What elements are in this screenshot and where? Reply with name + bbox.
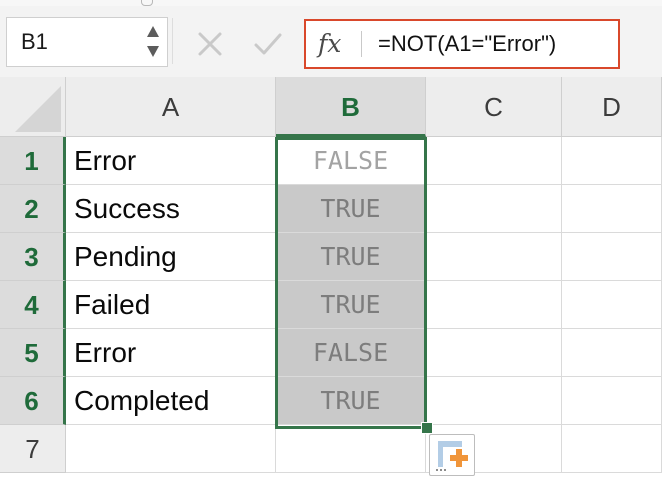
name-box[interactable]: B1	[6, 17, 168, 67]
cell-c3[interactable]	[426, 233, 562, 281]
formula-text[interactable]: =NOT(A1="Error")	[378, 21, 556, 67]
cell-d7[interactable]	[562, 425, 662, 473]
cell-c5[interactable]	[426, 329, 562, 377]
cell-a7[interactable]	[66, 425, 276, 473]
cell-d4[interactable]	[562, 281, 662, 329]
formula-input[interactable]: fx =NOT(A1="Error")	[304, 19, 620, 69]
row-header-2[interactable]: 2	[0, 185, 66, 233]
column-header-d[interactable]: D	[562, 77, 662, 137]
cell-d6[interactable]	[562, 377, 662, 425]
formula-bar-divider	[172, 18, 173, 64]
cell-d3[interactable]	[562, 233, 662, 281]
cell-a3-value: Pending	[74, 241, 177, 272]
column-header-a[interactable]: A	[66, 77, 276, 137]
quick-analysis-button[interactable]	[429, 434, 475, 476]
cell-d1[interactable]	[562, 137, 662, 185]
cell-b2[interactable]: TRUE	[276, 185, 426, 233]
stepper-down-icon[interactable]	[147, 46, 159, 57]
cell-a6-value: Completed	[74, 385, 210, 416]
cell-b7[interactable]	[276, 425, 426, 473]
cell-d5[interactable]	[562, 329, 662, 377]
row-header-7[interactable]: 7	[0, 425, 66, 473]
select-all-triangle-icon	[15, 86, 61, 132]
cell-c2[interactable]	[426, 185, 562, 233]
cell-a3[interactable]: Pending	[66, 233, 276, 281]
cell-a2[interactable]: Success	[66, 185, 276, 233]
stepper-up-icon[interactable]	[147, 26, 159, 37]
cell-d2[interactable]	[562, 185, 662, 233]
spreadsheet-grid: A B C D 1 Error FALSE 2 Success TRUE 3 P…	[0, 77, 662, 480]
close-icon[interactable]	[196, 30, 224, 58]
cell-a2-value: Success	[74, 193, 180, 224]
checkmark-icon[interactable]	[252, 30, 284, 58]
cell-a1-value: Error	[74, 145, 137, 176]
cell-b4[interactable]: TRUE	[276, 281, 426, 329]
cell-b3[interactable]: TRUE	[276, 233, 426, 281]
name-box-stepper-icon[interactable]	[146, 26, 160, 58]
cell-a6[interactable]: Completed	[66, 377, 276, 425]
cell-c1[interactable]	[426, 137, 562, 185]
fill-handle[interactable]	[421, 422, 433, 434]
cell-c6[interactable]	[426, 377, 562, 425]
cell-a1[interactable]: Error	[66, 137, 276, 185]
row-header-5[interactable]: 5	[0, 329, 66, 377]
column-header-c[interactable]: C	[426, 77, 562, 137]
row-header-1[interactable]: 1	[0, 137, 66, 185]
name-box-value: B1	[21, 29, 48, 54]
formula-bar: B1 fx =NOT(A1="Error")	[0, 6, 662, 78]
fx-icon[interactable]: fx	[318, 21, 341, 67]
cell-a4-value: Failed	[74, 289, 151, 320]
fx-divider	[361, 31, 362, 57]
row-header-6[interactable]: 6	[0, 377, 66, 425]
quick-analysis-icon	[436, 441, 468, 471]
cell-a5-value: Error	[74, 337, 137, 368]
row-header-4[interactable]: 4	[0, 281, 66, 329]
cell-a5[interactable]: Error	[66, 329, 276, 377]
cell-b5[interactable]: FALSE	[276, 329, 426, 377]
cell-a4[interactable]: Failed	[66, 281, 276, 329]
column-header-b[interactable]: B	[276, 77, 426, 137]
cell-b6[interactable]: TRUE	[276, 377, 426, 425]
cell-b1[interactable]: FALSE	[276, 137, 426, 185]
row-header-3[interactable]: 3	[0, 233, 66, 281]
select-all-corner[interactable]	[0, 77, 66, 137]
cell-c4[interactable]	[426, 281, 562, 329]
